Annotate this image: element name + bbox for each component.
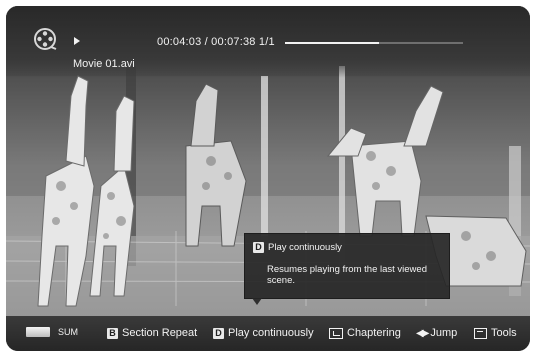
film-reel-icon [34,28,57,50]
chaptering-icon [329,327,343,339]
left-right-arrows-icon: ◀▶ [416,327,429,339]
progress-fill [285,42,380,44]
play-continuously-button[interactable]: D Play continuously [213,327,314,339]
play-continuously-tooltip: D Play continuously Resumes playing from… [244,233,450,299]
jump-button[interactable]: ◀▶ Jump [416,327,457,339]
timecode: 00:04:03 / 00:07:38 1/1 [157,36,275,48]
b-key-badge: B [107,327,118,339]
section-repeat-label: Section Repeat [122,327,198,339]
d-key-badge: D [213,327,224,339]
tv-screen: 00:04:03 / 00:07:38 1/1 Movie 01.avi D P… [6,6,530,351]
sum-key-icon [26,327,50,337]
tooltip-title-row: D Play continuously [253,242,342,253]
jump-label: Jump [430,327,458,339]
play-continuously-label: Play continuously [228,327,314,339]
chaptering-label: Chaptering [347,327,401,339]
tooltip-title: Play continuously [268,242,342,253]
tools-label: Tools [491,327,517,339]
tools-button[interactable]: Tools [474,327,517,339]
tooltip-description: Resumes playing from the last viewed sce… [267,264,427,286]
d-key-badge: D [253,242,264,253]
progress-bar[interactable] [285,42,463,44]
file-name: Movie 01.avi [73,58,135,70]
chaptering-button[interactable]: Chaptering [329,327,401,339]
play-icon [74,37,80,45]
playback-info-bar: 00:04:03 / 00:07:38 1/1 Movie 01.avi [6,6,530,78]
sum-button[interactable]: SUM [26,327,78,337]
page-counter: 1/1 [258,36,275,48]
sum-label: SUM [58,327,78,337]
tools-icon [474,327,487,339]
section-repeat-button[interactable]: B Section Repeat [107,327,197,339]
control-bar: SUM B Section Repeat D Play continuously… [6,316,530,351]
tooltip-pointer [252,298,262,305]
